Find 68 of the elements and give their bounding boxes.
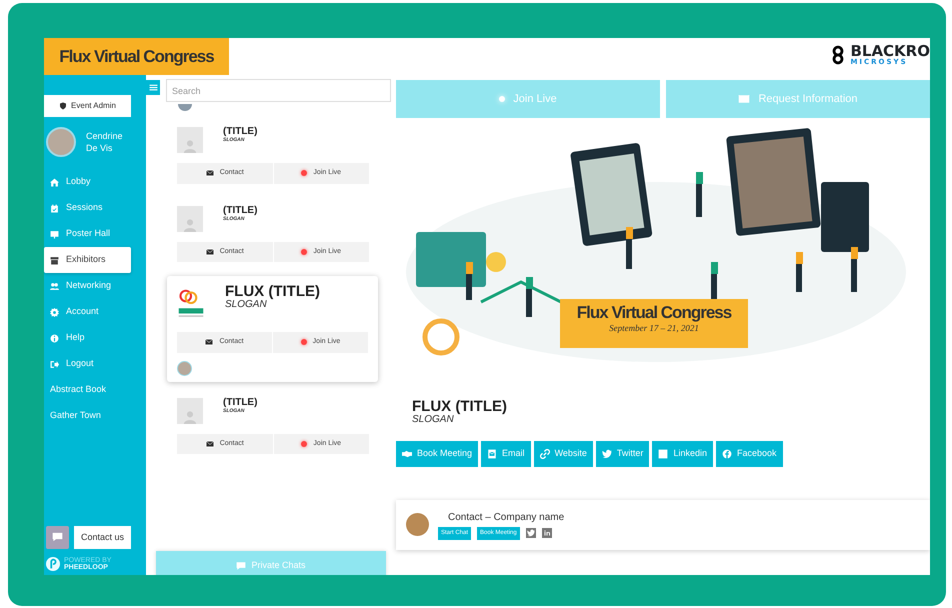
sidebar-item[interactable]: Sessions	[44, 195, 131, 221]
facebook-icon	[722, 448, 732, 459]
contact-name: Contact – Company name	[448, 510, 564, 524]
private-chats-button[interactable]: Private Chats	[156, 551, 386, 575]
live-dot-icon	[301, 440, 308, 447]
contact-us-button[interactable]: Contact us	[74, 526, 132, 549]
live-dot-icon	[301, 170, 308, 176]
chat-button[interactable]	[46, 526, 69, 549]
exhibitor-title: (TITLE)	[223, 127, 258, 137]
exhibitor-slogan: SLOGAN	[412, 414, 455, 425]
exhibitor-title: (TITLE)	[223, 398, 258, 408]
people-icon	[50, 282, 59, 290]
user-name: Cendrine De Vis	[86, 130, 124, 154]
sidebar-item[interactable]: Lobby	[44, 169, 131, 195]
logout-icon	[50, 360, 59, 368]
sidebar-item[interactable]: Exhibitors	[44, 247, 131, 273]
exhibitor-title: FLUX (TITLE)	[225, 284, 320, 299]
link-icon	[540, 448, 550, 459]
sidebar-item[interactable]: Abstract Book	[44, 377, 131, 403]
shield-icon	[59, 102, 68, 110]
menu-icon	[148, 83, 158, 92]
link-button[interactable]: Email	[481, 441, 531, 466]
sidebar-item[interactable]: Logout	[44, 351, 131, 377]
event-logo: Flux Virtual Congress	[44, 38, 229, 75]
live-dot-icon	[499, 96, 506, 102]
sidebar-item[interactable]: Poster Hall	[44, 221, 131, 247]
avatar-placeholder	[406, 513, 429, 536]
search-field[interactable]: Search	[166, 79, 391, 102]
handshake-icon	[402, 448, 412, 459]
board-icon	[50, 230, 59, 238]
person-icon	[183, 139, 197, 153]
join-live-button[interactable]: Join Live	[396, 80, 660, 118]
exhibitor-title: FLUX (TITLE)	[412, 399, 508, 414]
link-button[interactable]: Book Meeting	[396, 441, 478, 466]
request-information-button[interactable]: Request Information	[666, 80, 930, 118]
live-dot-icon	[300, 339, 307, 346]
exhibitor-slogan: SLOGAN	[225, 299, 268, 310]
link-button[interactable]: Website	[534, 441, 593, 466]
settings-icon	[50, 308, 59, 316]
avatar-placeholder	[46, 127, 76, 157]
chat-icon	[52, 531, 63, 544]
exhibitor-title: (TITLE)	[223, 206, 258, 216]
link-button[interactable]: Linkedin	[652, 441, 713, 466]
twitter-link[interactable]	[526, 528, 536, 538]
email-icon	[487, 448, 498, 459]
twitter-icon	[526, 529, 535, 537]
banner-title: Flux Virtual Congress	[576, 304, 732, 323]
event-admin-button[interactable]: Event Admin	[44, 95, 131, 117]
avatar-placeholder	[177, 360, 192, 376]
sidebar-item[interactable]: Gather Town	[44, 403, 131, 429]
link-button[interactable]: Facebook	[716, 441, 782, 466]
avatar-placeholder	[178, 104, 192, 111]
menu-toggle[interactable]	[146, 80, 160, 95]
sponsor-logo-text: BLACKRO	[850, 44, 930, 58]
sidebar-item[interactable]: Networking	[44, 273, 131, 299]
booth-icon	[50, 256, 59, 264]
person-icon	[183, 410, 197, 424]
person-icon	[183, 218, 197, 232]
live-dot-icon	[301, 248, 308, 255]
twitter-icon	[602, 448, 612, 459]
link-button[interactable]: Twitter	[596, 441, 650, 466]
chat-icon	[236, 561, 246, 571]
info-icon	[50, 334, 59, 342]
home-icon	[50, 178, 59, 186]
calendar-icon	[50, 204, 59, 212]
sidebar-item[interactable]: Help	[44, 325, 131, 351]
banner-dates: September 17 – 21, 2021	[608, 322, 700, 333]
sidebar-item[interactable]: Account	[44, 299, 131, 325]
